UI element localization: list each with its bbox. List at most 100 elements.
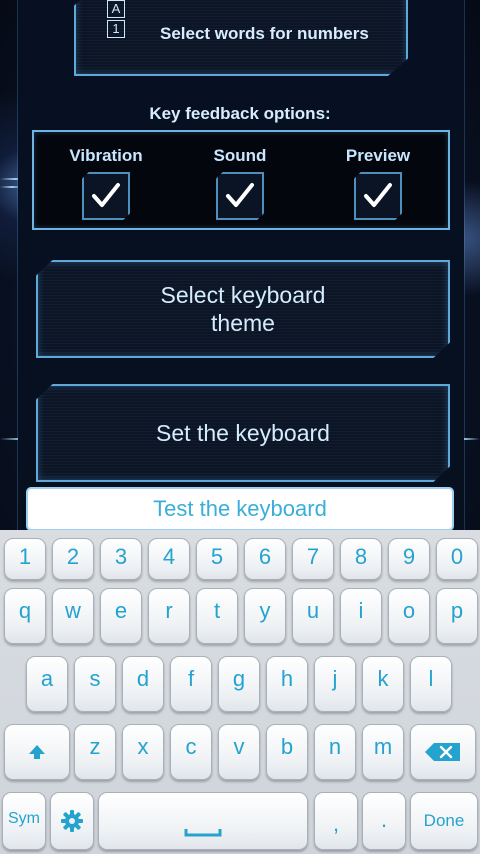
space-key[interactable] bbox=[98, 792, 308, 850]
key-label: q bbox=[18, 598, 32, 623]
backspace-icon bbox=[425, 743, 460, 761]
key-w[interactable]: w bbox=[52, 588, 94, 644]
key-5[interactable]: 5 bbox=[196, 538, 238, 580]
key-label: i bbox=[358, 598, 364, 623]
key-label: 7 bbox=[306, 544, 320, 569]
sound-checkbox[interactable] bbox=[216, 172, 264, 220]
test-keyboard-input[interactable]: Test the keyboard bbox=[28, 489, 452, 529]
select-theme-label-line1: Select keyboard bbox=[160, 282, 326, 308]
key-d[interactable]: d bbox=[122, 656, 164, 712]
key-r[interactable]: r bbox=[148, 588, 190, 644]
key-label: n bbox=[328, 734, 342, 759]
vibration-checkbox[interactable] bbox=[82, 172, 130, 220]
backspace-key[interactable] bbox=[410, 724, 476, 780]
shift-icon bbox=[29, 745, 45, 759]
comma-label: , bbox=[332, 811, 340, 836]
set-keyboard-button[interactable]: Set the keyboard bbox=[36, 384, 450, 482]
key-q[interactable]: q bbox=[4, 588, 46, 644]
key-3[interactable]: 3 bbox=[100, 538, 142, 580]
key-label: e bbox=[114, 598, 128, 623]
key-o[interactable]: o bbox=[388, 588, 430, 644]
key-label: 1 bbox=[18, 544, 32, 569]
key-c[interactable]: c bbox=[170, 724, 212, 780]
key-x[interactable]: x bbox=[122, 724, 164, 780]
key-l[interactable]: l bbox=[410, 656, 452, 712]
key-f[interactable]: f bbox=[170, 656, 212, 712]
feedback-options: Vibration Sound Preview bbox=[32, 130, 450, 230]
key-label: h bbox=[280, 666, 294, 691]
vibration-label: Vibration bbox=[69, 146, 143, 165]
select-words-label: Select words for numbers bbox=[160, 24, 369, 43]
key-b[interactable]: b bbox=[266, 724, 308, 780]
key-m[interactable]: m bbox=[362, 724, 404, 780]
shift-key[interactable] bbox=[4, 724, 70, 780]
key-4[interactable]: 4 bbox=[148, 538, 190, 580]
key-e[interactable]: e bbox=[100, 588, 142, 644]
sound-option[interactable]: Sound bbox=[180, 146, 300, 220]
keyboard: 1 2 3 4 5 6 7 8 9 0 q w e r t y u i o p … bbox=[0, 530, 480, 854]
sym-key[interactable]: Sym bbox=[2, 792, 46, 850]
key-label: 5 bbox=[210, 544, 224, 569]
done-label: Done bbox=[423, 811, 465, 830]
select-theme-button[interactable]: Select keyboard theme bbox=[36, 260, 450, 358]
key-label: z bbox=[89, 734, 101, 759]
key-label: k bbox=[377, 666, 389, 691]
key-label: a bbox=[40, 666, 54, 691]
key-label: 3 bbox=[114, 544, 128, 569]
check-icon bbox=[226, 183, 254, 207]
key-a[interactable]: a bbox=[26, 656, 68, 712]
preview-label: Preview bbox=[345, 146, 411, 165]
key-u[interactable]: u bbox=[292, 588, 334, 644]
key-6[interactable]: 6 bbox=[244, 538, 286, 580]
key-0[interactable]: 0 bbox=[436, 538, 478, 580]
key-label: c bbox=[185, 734, 197, 759]
settings-key[interactable] bbox=[50, 792, 94, 850]
key-2[interactable]: 2 bbox=[52, 538, 94, 580]
key-n[interactable]: n bbox=[314, 724, 356, 780]
key-7[interactable]: 7 bbox=[292, 538, 334, 580]
key-label: d bbox=[136, 666, 150, 691]
period-key[interactable]: . bbox=[362, 792, 406, 850]
period-label: . bbox=[380, 807, 388, 832]
key-j[interactable]: j bbox=[314, 656, 356, 712]
icon-number: 1 bbox=[107, 20, 125, 38]
key-g[interactable]: g bbox=[218, 656, 260, 712]
key-label: t bbox=[213, 598, 221, 623]
space-icon bbox=[184, 829, 222, 837]
set-keyboard-label: Set the keyboard bbox=[156, 420, 330, 446]
key-k[interactable]: k bbox=[362, 656, 404, 712]
key-1[interactable]: 1 bbox=[4, 538, 46, 580]
key-h[interactable]: h bbox=[266, 656, 308, 712]
key-label: l bbox=[428, 666, 434, 691]
letter-number-icon: A 1 bbox=[107, 0, 125, 40]
gear-icon bbox=[61, 810, 83, 832]
key-9[interactable]: 9 bbox=[388, 538, 430, 580]
key-z[interactable]: z bbox=[74, 724, 116, 780]
key-label: j bbox=[332, 666, 338, 691]
check-icon bbox=[364, 183, 392, 207]
key-t[interactable]: t bbox=[196, 588, 238, 644]
key-v[interactable]: v bbox=[218, 724, 260, 780]
key-label: f bbox=[187, 666, 195, 691]
key-label: g bbox=[232, 666, 246, 691]
icon-letter: A bbox=[107, 0, 125, 18]
key-s[interactable]: s bbox=[74, 656, 116, 712]
key-i[interactable]: i bbox=[340, 588, 382, 644]
done-key[interactable]: Done bbox=[410, 792, 478, 850]
key-p[interactable]: p bbox=[436, 588, 478, 644]
vibration-option[interactable]: Vibration bbox=[46, 146, 166, 220]
key-label: m bbox=[373, 734, 393, 759]
key-label: o bbox=[402, 598, 416, 623]
key-label: x bbox=[137, 734, 149, 759]
select-theme-label-line2: theme bbox=[211, 310, 275, 336]
key-y[interactable]: y bbox=[244, 588, 286, 644]
key-8[interactable]: 8 bbox=[340, 538, 382, 580]
preview-checkbox[interactable] bbox=[354, 172, 402, 220]
key-label: p bbox=[450, 598, 464, 623]
key-label: y bbox=[259, 598, 271, 623]
sound-label: Sound bbox=[213, 146, 267, 165]
select-words-button[interactable]: A 1 Select words for numbers bbox=[74, 0, 408, 76]
preview-option[interactable]: Preview bbox=[318, 146, 438, 220]
key-label: s bbox=[89, 666, 101, 691]
comma-key[interactable]: , bbox=[314, 792, 358, 850]
